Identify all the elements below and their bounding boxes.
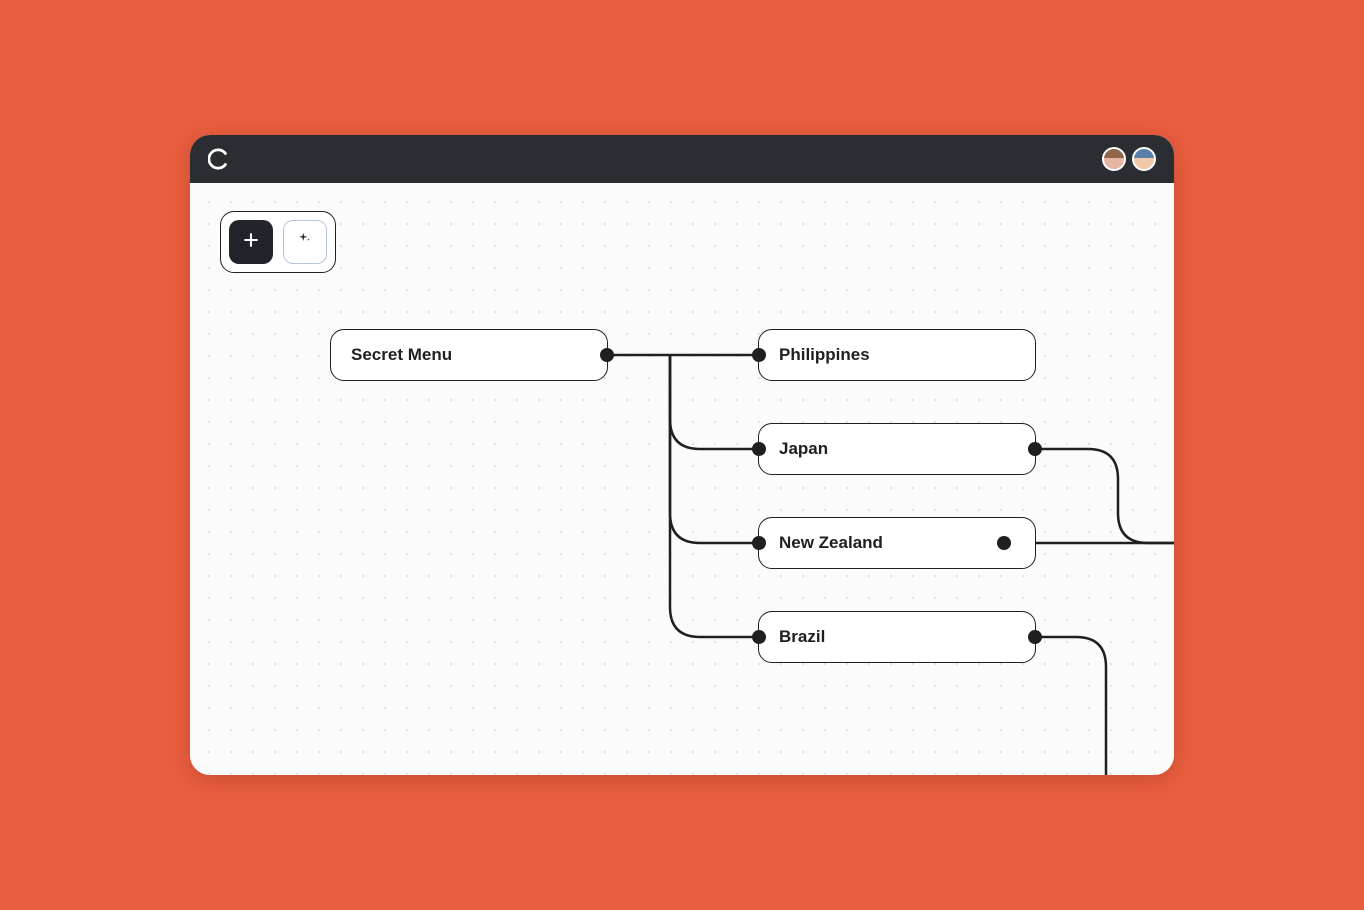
ai-button[interactable] <box>283 220 327 264</box>
canvas[interactable]: Secret Menu Philippines Japan New Zealan… <box>190 183 1174 775</box>
port-out[interactable] <box>600 348 614 362</box>
avatar-group <box>1102 147 1156 171</box>
edges-layer <box>190 183 1174 775</box>
node-root[interactable]: Secret Menu <box>330 329 608 381</box>
port-in[interactable] <box>752 442 766 456</box>
avatar-user-1[interactable] <box>1102 147 1126 171</box>
avatar-user-2[interactable] <box>1132 147 1156 171</box>
node-label: Secret Menu <box>351 345 452 365</box>
node-label: New Zealand <box>779 533 883 553</box>
node-brazil[interactable]: Brazil <box>758 611 1036 663</box>
node-label: Brazil <box>779 627 825 647</box>
node-new-zealand[interactable]: New Zealand <box>758 517 1036 569</box>
node-japan[interactable]: Japan <box>758 423 1036 475</box>
plus-icon <box>241 230 261 255</box>
port-in[interactable] <box>752 630 766 644</box>
port-out[interactable] <box>1028 630 1042 644</box>
node-label: Japan <box>779 439 828 459</box>
port-out[interactable] <box>1028 442 1042 456</box>
node-label: Philippines <box>779 345 870 365</box>
titlebar <box>190 135 1174 183</box>
toolbar <box>220 211 336 273</box>
port-in[interactable] <box>752 348 766 362</box>
node-philippines[interactable]: Philippines <box>758 329 1036 381</box>
sparkle-icon <box>295 230 315 255</box>
port-out[interactable] <box>997 536 1011 550</box>
add-button[interactable] <box>229 220 273 264</box>
port-in[interactable] <box>752 536 766 550</box>
app-logo-icon <box>208 148 230 170</box>
app-window: Secret Menu Philippines Japan New Zealan… <box>190 135 1174 775</box>
